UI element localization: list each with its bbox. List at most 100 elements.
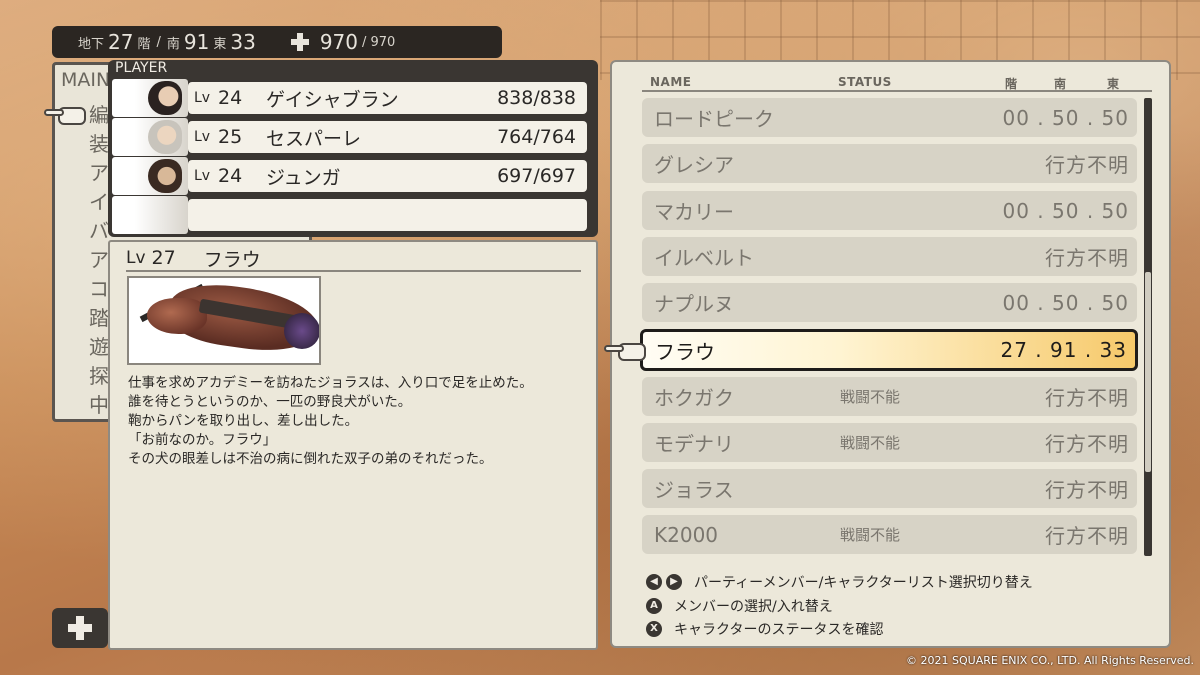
main-menu-item[interactable]: ア <box>89 159 109 188</box>
main-menu-item[interactable]: 装 <box>89 130 109 159</box>
list-scrollbar-thumb[interactable] <box>1145 272 1151 472</box>
dpad-icon <box>52 608 108 648</box>
party-label: PLAYER <box>115 60 168 76</box>
level-label: Lv <box>194 168 211 184</box>
member-level: 25 <box>218 126 243 148</box>
column-header-status: STATUS <box>838 75 892 89</box>
member-hp: 697/697 <box>497 165 576 187</box>
list-cursor-hand-icon <box>604 340 648 362</box>
row-location: 行方不明 <box>1045 153 1129 177</box>
floor-label: 地下 <box>78 36 105 52</box>
row-name: ホクガク <box>654 386 734 410</box>
row-name: ナプルヌ <box>654 292 734 316</box>
row-location: 行方不明 <box>1045 386 1129 410</box>
level-label: Lv <box>194 90 211 106</box>
row-location: 行方不明 <box>1045 432 1129 456</box>
main-menu-item[interactable]: ア <box>89 246 109 275</box>
row-name: イルベルト <box>654 246 754 270</box>
floor-value: 27 <box>108 30 134 54</box>
a-button-icon: A <box>646 598 662 614</box>
character-portrait <box>112 157 188 195</box>
member-name: ジュンガ <box>266 166 341 189</box>
description-line: 鞄からパンを取り出し、差し出した。 <box>128 413 359 429</box>
party-member-row-empty[interactable] <box>112 196 587 234</box>
description-line: 「お前なのか。フラウ」 <box>128 432 277 448</box>
character-description: 仕事を求めアカデミーを訪ねたジョラスは、入り口で足を止めた。 誰を待とうというの… <box>128 374 588 469</box>
east-label: 東 <box>213 36 227 52</box>
party-hp-max: / 970 <box>362 34 396 50</box>
south-label: 南 <box>166 36 180 52</box>
east-value: 33 <box>230 30 256 54</box>
level-label: Lv <box>126 248 146 268</box>
control-hint-text: キャラクターのステータスを確認 <box>674 622 884 638</box>
left-button-icon: ◀ <box>646 574 662 590</box>
character-list-row[interactable]: モデナリ 戦闘不能 行方不明 <box>642 423 1137 462</box>
row-status: 戦闘不能 <box>840 526 901 544</box>
character-level: 27 <box>151 247 176 269</box>
main-menu-items: 編 装 ア イ バ ア コ 踏 遊 探 中 <box>89 101 109 420</box>
separator: / <box>156 34 161 50</box>
control-hint: ◀ ▶ パーティーメンバー/キャラクターリスト選択切り替え <box>646 572 1033 592</box>
party-member-row[interactable]: Lv 25 セスパーレ 764/764 <box>112 118 587 156</box>
character-portrait <box>112 79 188 117</box>
menu-cursor-hand-icon <box>44 104 88 126</box>
character-list-row[interactable]: ナプルヌ 00 . 50 . 50 <box>642 283 1137 322</box>
main-menu-item[interactable]: 編 <box>89 101 109 130</box>
main-menu-item[interactable]: バ <box>89 217 109 246</box>
character-list-row[interactable]: ロードピーク 00 . 50 . 50 <box>642 98 1137 137</box>
copyright-notice: © 2021 SQUARE ENIX CO., LTD. All Rights … <box>906 654 1194 667</box>
character-list-row[interactable]: イルベルト 行方不明 <box>642 237 1137 276</box>
row-status: 戦闘不能 <box>840 434 901 452</box>
row-location: 行方不明 <box>1045 524 1129 548</box>
party-hp: 970 / 970 <box>290 30 396 54</box>
character-portrait <box>112 118 188 156</box>
right-button-icon: ▶ <box>666 574 682 590</box>
character-portrait-empty <box>112 196 188 234</box>
character-detail-panel: Lv 27 フラウ 仕事を求めアカデミーを訪ねたジョラスは、入り口で足を止めた。… <box>108 240 598 650</box>
level-label: Lv <box>194 129 211 145</box>
row-name: ジョラス <box>654 478 734 502</box>
main-menu-item[interactable]: 踏 <box>89 304 109 333</box>
row-location: 27 . 91 . 33 <box>1000 338 1127 362</box>
row-location: 00 . 50 . 50 <box>1002 290 1129 315</box>
character-list-row[interactable]: グレシア 行方不明 <box>642 144 1137 183</box>
character-list-row-selected[interactable]: フラウ 27 . 91 . 33 <box>640 329 1138 371</box>
character-list-row[interactable]: ホクガク 戦闘不能 行方不明 <box>642 377 1137 416</box>
row-location: 行方不明 <box>1045 246 1129 270</box>
member-name: ゲイシャブラン <box>266 88 399 111</box>
character-list-panel: NAME STATUS 階 南 東 ロードピーク 00 . 50 . 50 グレ… <box>610 60 1171 648</box>
character-list-row[interactable]: マカリー 00 . 50 . 50 <box>642 191 1137 230</box>
character-portrait-image <box>127 276 321 365</box>
member-name: セスパーレ <box>266 127 362 150</box>
member-hp: 764/764 <box>497 126 576 148</box>
control-hint-text: メンバーの選択/入れ替え <box>674 599 833 615</box>
control-hint: A メンバーの選択/入れ替え <box>646 596 833 616</box>
row-name: K2000 <box>654 522 719 547</box>
row-status: 戦闘不能 <box>840 388 901 406</box>
main-menu-item[interactable]: 中 <box>89 391 109 420</box>
south-value: 91 <box>183 30 210 54</box>
row-name: ロードピーク <box>654 107 774 131</box>
party-hp-icon <box>290 32 310 52</box>
location-status-bar: 地下 27 階 / 南 91 東 33 970 / 970 <box>52 26 502 58</box>
description-line: 誰を待とうというのか、一匹の野良犬がいた。 <box>128 394 412 410</box>
row-name: モデナリ <box>654 432 734 456</box>
party-hp-current: 970 <box>319 30 358 54</box>
main-menu-item[interactable]: コ <box>89 275 109 304</box>
main-menu-item[interactable]: 遊 <box>89 333 109 362</box>
description-line: 仕事を求めアカデミーを訪ねたジョラスは、入り口で足を止めた。 <box>128 375 533 391</box>
member-level: 24 <box>218 165 243 187</box>
main-menu-item[interactable]: 探 <box>89 362 109 391</box>
member-hp: 838/838 <box>497 87 576 109</box>
description-line: その犬の眼差しは不治の病に倒れた双子の弟のそれだった。 <box>128 451 493 467</box>
character-list-row[interactable]: K2000 戦闘不能 行方不明 <box>642 515 1137 554</box>
row-location: 行方不明 <box>1045 478 1129 502</box>
main-menu-header: MAIN <box>61 69 111 91</box>
character-name: フラウ <box>203 248 261 271</box>
party-member-row[interactable]: Lv 24 ゲイシャブラン 838/838 <box>112 79 587 117</box>
main-menu-item[interactable]: イ <box>89 188 109 217</box>
party-member-row[interactable]: Lv 24 ジュンガ 697/697 <box>112 157 587 195</box>
column-header-name: NAME <box>650 75 692 89</box>
control-hint-text: パーティーメンバー/キャラクターリスト選択切り替え <box>694 575 1033 591</box>
character-list-row[interactable]: ジョラス 行方不明 <box>642 469 1137 508</box>
